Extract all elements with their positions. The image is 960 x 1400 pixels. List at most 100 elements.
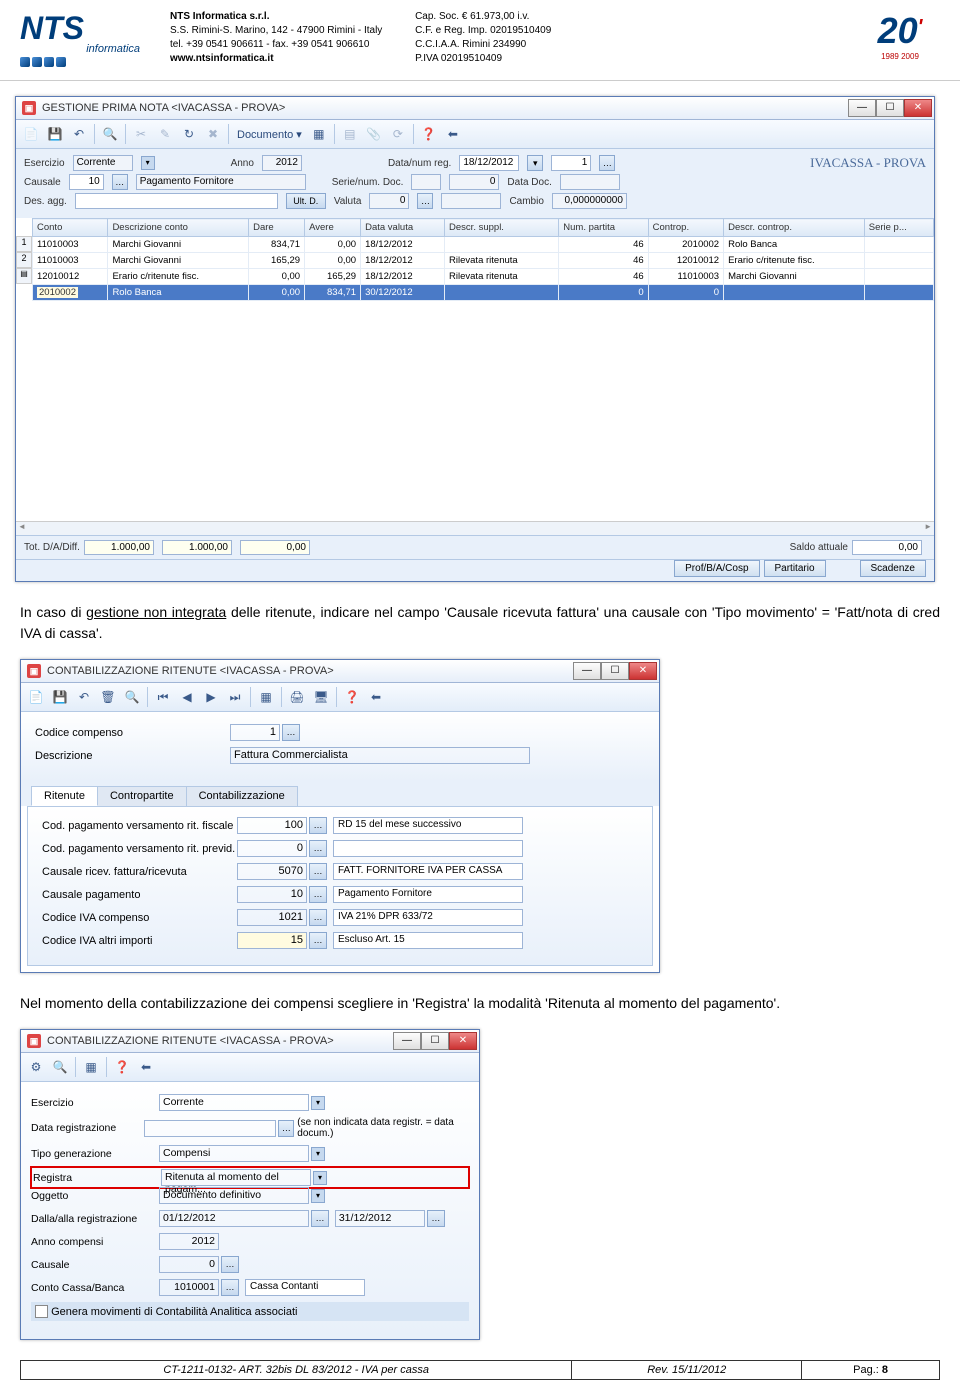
- column-header[interactable]: Dare: [249, 219, 305, 237]
- column-header[interactable]: Data valuta: [361, 219, 445, 237]
- lookup-icon[interactable]: …: [221, 1256, 239, 1273]
- table-row[interactable]: 11010003Marchi Giovanni165,290,0018/12/2…: [33, 253, 934, 269]
- field-input[interactable]: 1021: [237, 909, 307, 926]
- ultd-button[interactable]: Ult. D.: [286, 193, 326, 209]
- calendar-icon[interactable]: ▾: [527, 155, 543, 171]
- help-icon[interactable]: ❓: [341, 686, 363, 708]
- partitario-button[interactable]: Partitario: [764, 560, 826, 577]
- document-menu[interactable]: Documento ▾: [233, 128, 306, 141]
- column-header[interactable]: Descr. suppl.: [445, 219, 559, 237]
- prev-icon[interactable]: ◀: [176, 686, 198, 708]
- field-input[interactable]: 2012: [159, 1233, 219, 1250]
- esercizio-field[interactable]: Corrente: [73, 155, 133, 171]
- maximize-button[interactable]: ☐: [601, 662, 629, 680]
- field-input[interactable]: 15: [237, 932, 307, 949]
- field-input[interactable]: Ritenuta al momento del pagam...: [161, 1169, 311, 1186]
- prof-button[interactable]: Prof/B/A/Cosp: [674, 560, 759, 577]
- num-field[interactable]: 1: [551, 155, 591, 171]
- column-header[interactable]: Descr. controp.: [724, 219, 865, 237]
- dropdown-icon[interactable]: ▾: [311, 1189, 325, 1203]
- lookup-icon[interactable]: …: [599, 155, 615, 171]
- lookup-icon[interactable]: …: [309, 840, 327, 857]
- field-input[interactable]: 0: [159, 1256, 219, 1273]
- column-header[interactable]: Conto: [33, 219, 108, 237]
- help-icon[interactable]: ❓: [111, 1056, 133, 1078]
- field-input[interactable]: Corrente: [159, 1094, 309, 1111]
- lookup-icon[interactable]: …: [309, 817, 327, 834]
- attach-icon[interactable]: 📎: [363, 123, 385, 145]
- data-field[interactable]: 18/12/2012: [459, 155, 519, 171]
- lookup-icon[interactable]: …: [417, 193, 433, 209]
- field-input[interactable]: 01/12/2012: [159, 1210, 309, 1227]
- column-header[interactable]: Controp.: [648, 219, 723, 237]
- doc-icon[interactable]: ▤: [339, 123, 361, 145]
- close-button[interactable]: ✕: [449, 1032, 477, 1050]
- field-input[interactable]: [144, 1120, 277, 1137]
- sync-icon[interactable]: ⟳: [387, 123, 409, 145]
- exit-icon[interactable]: ⬅: [135, 1056, 157, 1078]
- search-icon[interactable]: 🔍: [99, 123, 121, 145]
- column-header[interactable]: Serie p...: [864, 219, 933, 237]
- grid-icon[interactable]: ▦: [255, 686, 277, 708]
- table-row[interactable]: 2010002Rolo Banca0,00834,7130/12/201200: [33, 285, 934, 301]
- close-button[interactable]: ✕: [629, 662, 657, 680]
- tab-ritenute[interactable]: Ritenute: [31, 786, 98, 806]
- lookup-icon[interactable]: …: [282, 724, 300, 741]
- gear-icon[interactable]: ⚙: [25, 1056, 47, 1078]
- field-input[interactable]: 10: [237, 886, 307, 903]
- table-row[interactable]: 11010003Marchi Giovanni834,710,0018/12/2…: [33, 237, 934, 253]
- tab-contabilizzazione[interactable]: Contabilizzazione: [186, 786, 298, 806]
- screen-icon[interactable]: 🖥: [310, 686, 332, 708]
- undo-icon[interactable]: ↶: [68, 123, 90, 145]
- field-input[interactable]: Documento definitivo: [159, 1187, 309, 1204]
- print-icon[interactable]: 🖨: [286, 686, 308, 708]
- column-header[interactable]: Avere: [305, 219, 361, 237]
- field-input[interactable]: 1010001: [159, 1279, 219, 1296]
- delete-icon[interactable]: ✖: [202, 123, 224, 145]
- dropdown-icon[interactable]: ▾: [313, 1171, 327, 1185]
- minimize-button[interactable]: —: [393, 1032, 421, 1050]
- search-icon[interactable]: 🔍: [121, 686, 143, 708]
- dropdown-icon[interactable]: ▾: [141, 156, 155, 170]
- close-button[interactable]: ✕: [904, 99, 932, 117]
- refresh-icon[interactable]: ↻: [178, 123, 200, 145]
- lookup-icon[interactable]: …: [309, 886, 327, 903]
- field-input-2[interactable]: 31/12/2012: [335, 1210, 425, 1227]
- field-input[interactable]: Compensi: [159, 1145, 309, 1162]
- exit-icon[interactable]: ⬅: [365, 686, 387, 708]
- first-icon[interactable]: ⏮: [152, 686, 174, 708]
- maximize-button[interactable]: ☐: [876, 99, 904, 117]
- save-icon[interactable]: 💾: [44, 123, 66, 145]
- descrizione-field[interactable]: Fattura Commercialista: [230, 747, 530, 764]
- cod-compenso-field[interactable]: 1: [230, 724, 280, 741]
- new-icon[interactable]: 📄: [20, 123, 42, 145]
- lookup-icon[interactable]: …: [221, 1279, 239, 1296]
- lookup-icon[interactable]: …: [309, 863, 327, 880]
- grid-icon[interactable]: ▦: [308, 123, 330, 145]
- dropdown-icon[interactable]: ▾: [311, 1147, 325, 1161]
- next-icon[interactable]: ▶: [200, 686, 222, 708]
- minimize-button[interactable]: —: [848, 99, 876, 117]
- lookup-icon[interactable]: …: [309, 932, 327, 949]
- scadenze-button[interactable]: Scadenze: [860, 560, 926, 577]
- field-input[interactable]: 100: [237, 817, 307, 834]
- last-icon[interactable]: ⏭: [224, 686, 246, 708]
- checkbox[interactable]: [35, 1305, 48, 1318]
- tab-contropartite[interactable]: Contropartite: [97, 786, 187, 806]
- lookup-icon[interactable]: …: [311, 1210, 329, 1227]
- lookup-icon[interactable]: …: [309, 909, 327, 926]
- table-row[interactable]: 12010012Erario c/ritenute fisc.0,00165,2…: [33, 269, 934, 285]
- field-input[interactable]: 5070: [237, 863, 307, 880]
- exit-icon[interactable]: ⬅: [442, 123, 464, 145]
- cut-icon[interactable]: ✂: [130, 123, 152, 145]
- undo-icon[interactable]: ↶: [73, 686, 95, 708]
- tool-icon[interactable]: ✎: [154, 123, 176, 145]
- lookup-icon[interactable]: …: [278, 1120, 294, 1137]
- new-icon[interactable]: 📄: [25, 686, 47, 708]
- grid-icon[interactable]: ▦: [80, 1056, 102, 1078]
- field-input[interactable]: 0: [237, 840, 307, 857]
- maximize-button[interactable]: ☐: [421, 1032, 449, 1050]
- trash-icon[interactable]: 🗑: [97, 686, 119, 708]
- dropdown-icon[interactable]: ▾: [311, 1096, 325, 1110]
- horizontal-scrollbar[interactable]: [16, 521, 934, 535]
